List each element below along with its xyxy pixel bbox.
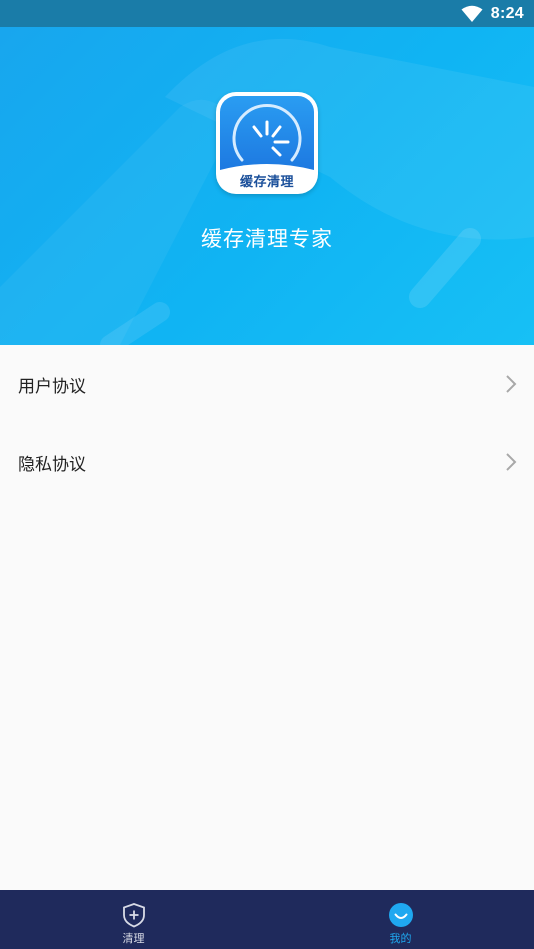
tab-clean-label: 清理 xyxy=(122,932,145,945)
status-bar: 8:24 xyxy=(0,0,534,27)
menu-item-label: 用户协议 xyxy=(18,376,86,397)
app-header: 缓存清理 缓存清理专家 xyxy=(0,27,534,345)
tab-mine[interactable]: 我的 xyxy=(267,890,534,949)
wifi-icon xyxy=(461,5,483,22)
menu-item-user-agreement[interactable]: 用户协议 xyxy=(0,345,534,423)
bottom-navigation: 清理 我的 xyxy=(0,890,534,949)
menu-item-label: 隐私协议 xyxy=(18,454,86,475)
tab-mine-label: 我的 xyxy=(389,932,412,945)
chevron-right-icon xyxy=(506,375,517,393)
app-logo: 缓存清理 xyxy=(216,92,318,194)
menu-item-privacy-agreement[interactable]: 隐私协议 xyxy=(0,423,534,501)
app-logo-label: 缓存清理 xyxy=(239,175,294,190)
shield-plus-icon xyxy=(122,903,145,928)
chevron-right-icon xyxy=(506,453,517,471)
settings-menu: 用户协议 隐私协议 xyxy=(0,345,534,501)
app-title: 缓存清理专家 xyxy=(201,227,333,251)
status-time: 8:24 xyxy=(490,4,524,22)
tab-clean[interactable]: 清理 xyxy=(0,890,267,949)
smile-icon xyxy=(388,903,413,927)
